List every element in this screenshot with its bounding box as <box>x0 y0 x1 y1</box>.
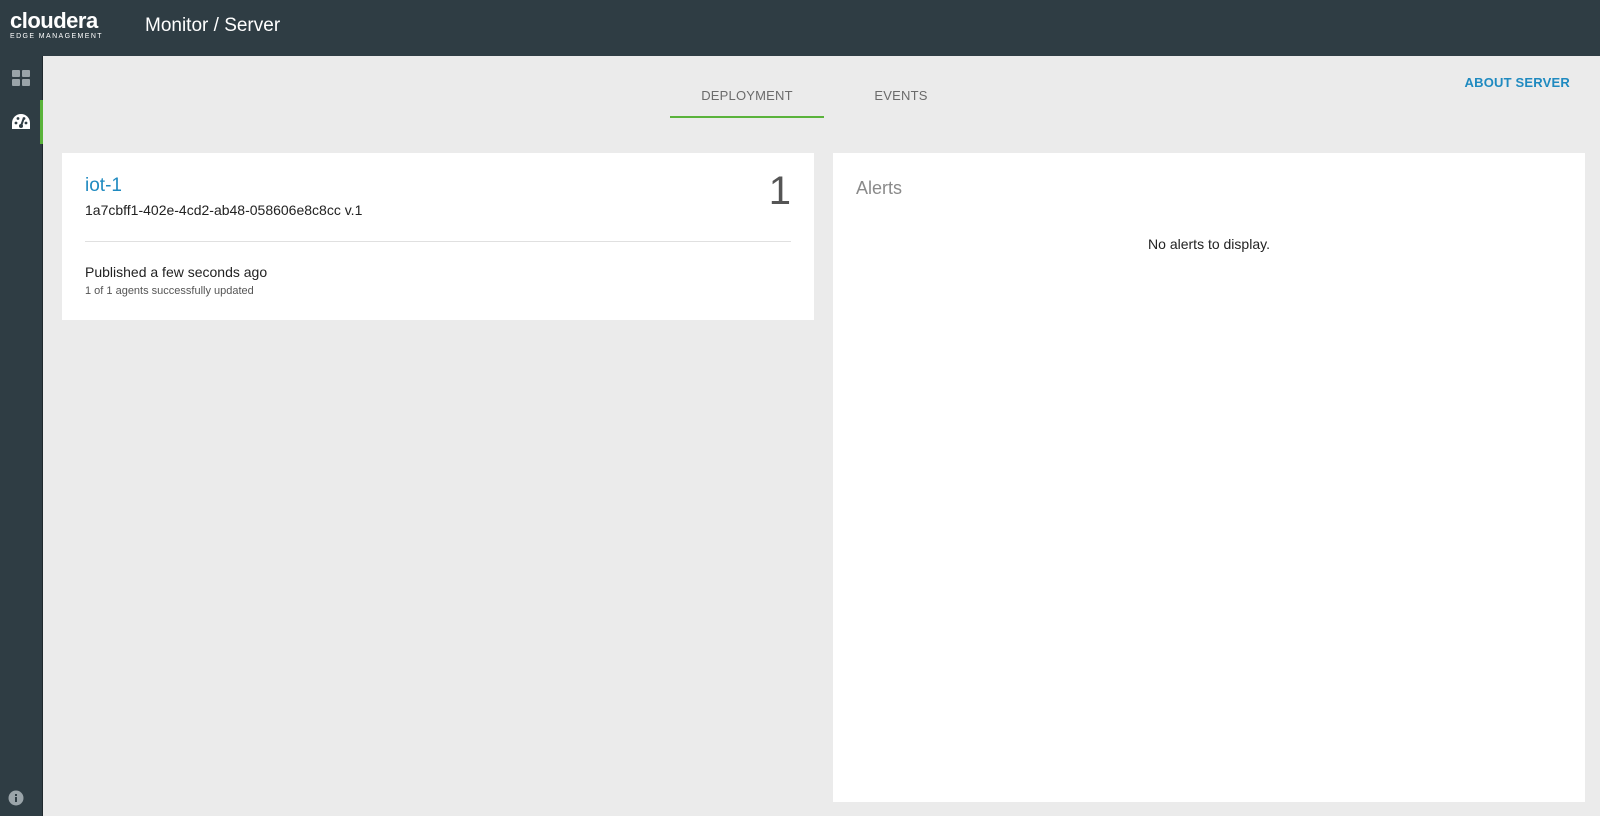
monitor-gauge-icon <box>11 113 31 131</box>
top-bar: cloudera EDGE MANAGEMENT Monitor / Serve… <box>0 0 1600 56</box>
dashboard-grid-icon <box>12 70 30 86</box>
deployment-id: 1a7cbff1-402e-4cd2-ab48-058606e8c8cc v.1 <box>85 202 363 218</box>
alerts-empty-message: No alerts to display. <box>1148 236 1270 252</box>
deployment-name-link[interactable]: iot-1 <box>85 175 122 197</box>
cloudera-logo[interactable]: cloudera EDGE MANAGEMENT <box>10 10 103 41</box>
alerts-panel: Alerts No alerts to display. <box>833 153 1585 802</box>
published-status: Published a few seconds ago <box>85 264 268 280</box>
sidebar-item-monitor[interactable] <box>0 100 43 144</box>
info-button[interactable] <box>8 790 26 808</box>
about-server-link[interactable]: ABOUT SERVER <box>1465 75 1570 90</box>
logo-wordmark: cloudera <box>10 8 98 33</box>
page-title: Monitor / Server <box>145 15 281 36</box>
deployment-card: iot-1 1a7cbff1-402e-4cd2-ab48-058606e8c8… <box>62 153 814 320</box>
deployment-count: 1 <box>768 169 791 213</box>
alerts-title: Alerts <box>856 178 903 198</box>
tab-events[interactable]: EVENTS <box>824 80 978 118</box>
divider <box>85 241 791 242</box>
logo-subtitle: EDGE MANAGEMENT <box>10 33 103 40</box>
tab-bar: DEPLOYMENT EVENTS <box>670 80 978 118</box>
tab-deployment[interactable]: DEPLOYMENT <box>670 80 824 118</box>
agents-status: 1 of 1 agents successfully updated <box>85 285 254 297</box>
sidebar-item-dashboard[interactable] <box>0 56 42 100</box>
sidebar <box>0 56 43 816</box>
info-icon <box>8 790 24 810</box>
